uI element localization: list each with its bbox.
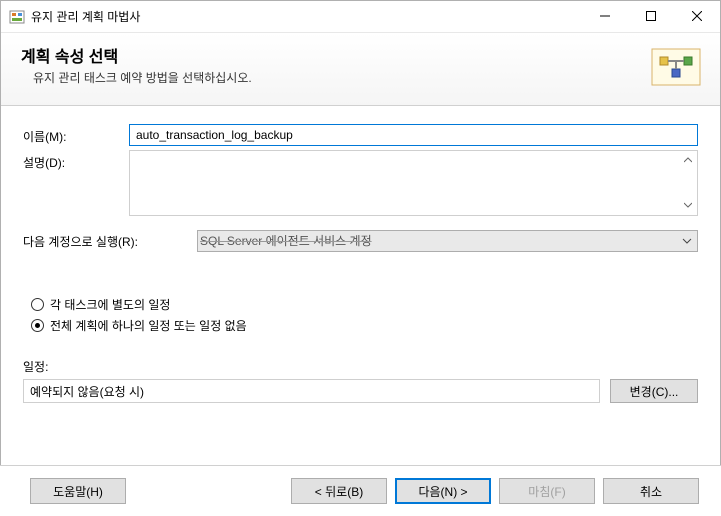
radio-icon — [31, 298, 44, 311]
radio-label: 전체 계획에 하나의 일정 또는 일정 없음 — [50, 317, 247, 334]
next-button[interactable]: 다음(N) > — [395, 478, 491, 504]
runas-label: 다음 계정으로 실행(R): — [23, 233, 197, 250]
schedule-section: 일정: 변경(C)... — [23, 358, 698, 403]
schedule-label: 일정: — [23, 358, 698, 375]
titlebar: 유지 관리 계획 마법사 — [1, 1, 720, 33]
radio-single-schedule[interactable]: 전체 계획에 하나의 일정 또는 일정 없음 — [23, 317, 698, 334]
change-schedule-button[interactable]: 변경(C)... — [610, 379, 698, 403]
window-title: 유지 관리 계획 마법사 — [31, 8, 582, 25]
window-controls — [582, 1, 720, 32]
app-icon — [9, 9, 25, 25]
cancel-button[interactable]: 취소 — [603, 478, 699, 504]
radio-icon — [31, 319, 44, 332]
description-row: 설명(D): — [23, 150, 698, 216]
runas-row: 다음 계정으로 실행(R): SQL Server 에이전트 서비스 계정 — [23, 230, 698, 252]
header-text: 계획 속성 선택 유지 관리 태스크 예약 방법을 선택하십시오. — [21, 43, 252, 86]
name-row: 이름(M): — [23, 124, 698, 146]
chevron-down-icon — [678, 232, 696, 250]
header-icon — [648, 43, 704, 91]
page-title: 계획 속성 선택 — [21, 43, 252, 67]
scroll-up-icon[interactable] — [680, 152, 696, 167]
radio-label: 각 태스크에 별도의 일정 — [50, 296, 170, 313]
finish-button: 마침(F) — [499, 478, 595, 504]
name-label: 이름(M): — [23, 124, 129, 146]
schedule-input — [23, 379, 600, 403]
help-button[interactable]: 도움말(H) — [30, 478, 126, 504]
description-input[interactable] — [130, 151, 679, 215]
back-button[interactable]: < 뒤로(B) — [291, 478, 387, 504]
wizard-footer: 도움말(H) < 뒤로(B) 다음(N) > 마침(F) 취소 — [0, 465, 721, 516]
schedule-type-group: 각 태스크에 별도의 일정 전체 계획에 하나의 일정 또는 일정 없음 — [23, 296, 698, 334]
content-area: 이름(M): 설명(D): 다음 계정으로 실행(R): — [1, 106, 720, 413]
runas-combobox[interactable]: SQL Server 에이전트 서비스 계정 — [197, 230, 698, 252]
name-input[interactable] — [129, 124, 698, 146]
scroll-down-icon[interactable] — [680, 197, 696, 212]
page-subtitle: 유지 관리 태스크 예약 방법을 선택하십시오. — [21, 69, 252, 86]
minimize-button[interactable] — [582, 1, 628, 31]
wizard-header: 계획 속성 선택 유지 관리 태스크 예약 방법을 선택하십시오. — [1, 33, 720, 106]
description-label: 설명(D): — [23, 150, 129, 216]
close-button[interactable] — [674, 1, 720, 31]
radio-separate-schedule[interactable]: 각 태스크에 별도의 일정 — [23, 296, 698, 313]
maximize-button[interactable] — [628, 1, 674, 31]
